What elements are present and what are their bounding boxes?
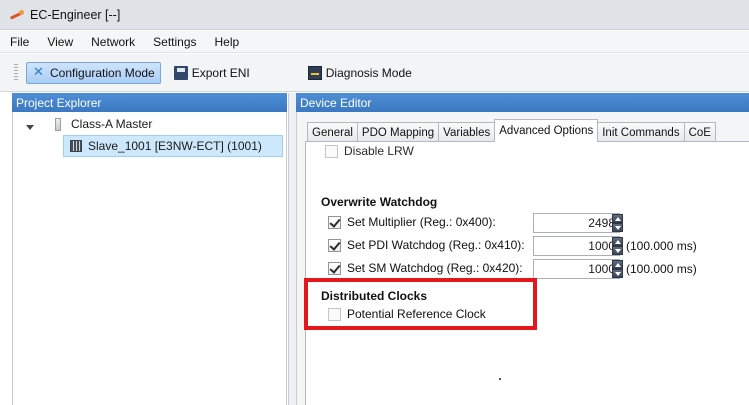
potential-reference-clock-option[interactable]: Potential Reference Clock xyxy=(328,307,486,321)
menu-network[interactable]: Network xyxy=(91,35,135,49)
export-eni-label: Export ENI xyxy=(191,65,250,80)
sm-watchdog-input[interactable]: 1000 xyxy=(533,259,620,279)
menu-help[interactable]: Help xyxy=(215,35,240,49)
disable-lrw-option[interactable]: Disable LRW xyxy=(325,144,414,158)
master-label: Class-A Master xyxy=(71,117,153,131)
device-editor: General PDO Mapping Variables Advanced O… xyxy=(296,112,749,405)
pdi-watchdog-label: Set PDI Watchdog (Reg.: 0x410): xyxy=(347,238,525,252)
distributed-clocks-title: Distributed Clocks xyxy=(321,289,428,303)
sm-watchdog-unit: (100.000 ms) xyxy=(626,262,697,276)
toolbar-grip[interactable] xyxy=(14,64,18,82)
title-bar: EC-Engineer [--] xyxy=(0,0,749,30)
spin-up-icon[interactable] xyxy=(612,237,623,246)
potential-reference-clock-checkbox[interactable] xyxy=(328,307,341,321)
spin-up-icon[interactable] xyxy=(612,214,623,223)
disable-lrw-label: Disable LRW xyxy=(344,144,414,158)
slave-label: Slave_1001 [E3NW-ECT] (1001) xyxy=(88,139,262,153)
menu-settings[interactable]: Settings xyxy=(153,35,196,49)
sm-watchdog-checkbox[interactable] xyxy=(328,261,341,275)
disable-lrw-checkbox[interactable] xyxy=(325,144,338,158)
sm-watchdog-stepper[interactable] xyxy=(612,260,623,278)
pdi-watchdog-unit: (100.000 ms) xyxy=(626,239,697,253)
sm-watchdog-label: Set SM Watchdog (Reg.: 0x420): xyxy=(347,261,523,275)
pdi-watchdog-checkbox[interactable] xyxy=(328,238,341,252)
panel-splitter[interactable] xyxy=(288,93,296,405)
sm-watchdog-option[interactable]: Set SM Watchdog (Reg.: 0x420): xyxy=(328,261,523,275)
overwrite-watchdog-title: Overwrite Watchdog xyxy=(321,195,438,209)
spin-down-icon[interactable] xyxy=(612,246,623,255)
pdi-watchdog-option[interactable]: Set PDI Watchdog (Reg.: 0x410): xyxy=(328,238,525,252)
app-logo-icon xyxy=(10,9,26,21)
multiplier-checkbox[interactable] xyxy=(328,215,341,229)
pdi-watchdog-stepper[interactable] xyxy=(612,237,623,255)
window-title: EC-Engineer [--] xyxy=(30,7,121,22)
editor-tabs: General PDO Mapping Variables Advanced O… xyxy=(307,119,716,142)
tab-variables[interactable]: Variables xyxy=(438,122,496,142)
save-icon xyxy=(173,65,188,80)
device-editor-header: Device Editor xyxy=(296,93,749,112)
stray-dot xyxy=(499,378,501,380)
diagnosis-mode-button[interactable]: Diagnosis Mode xyxy=(303,62,417,84)
diagnosis-icon xyxy=(307,65,322,80)
multiplier-label: Set Multiplier (Reg.: 0x400): xyxy=(347,215,496,229)
tab-init-commands[interactable]: Init Commands xyxy=(597,122,685,142)
spin-down-icon[interactable] xyxy=(612,223,623,232)
master-device-icon xyxy=(55,117,61,131)
slave-device-icon xyxy=(70,140,82,152)
tab-general[interactable]: General xyxy=(307,122,358,142)
menu-bar: File View Network Settings Help xyxy=(0,31,749,53)
spin-down-icon[interactable] xyxy=(612,269,623,278)
configuration-mode-button[interactable]: Configuration Mode xyxy=(26,61,161,84)
tab-advanced-options[interactable]: Advanced Options xyxy=(494,119,599,142)
multiplier-option[interactable]: Set Multiplier (Reg.: 0x400): xyxy=(328,215,496,229)
multiplier-input[interactable]: 2498 xyxy=(533,213,620,233)
project-explorer: Class-A Master Slave_1001 [E3NW-ECT] (10… xyxy=(12,112,287,405)
tab-coe[interactable]: CoE xyxy=(683,122,716,142)
configuration-mode-label: Configuration Mode xyxy=(50,65,155,80)
pdi-watchdog-input[interactable]: 1000 xyxy=(533,236,620,256)
diagnosis-mode-label: Diagnosis Mode xyxy=(325,65,412,80)
expand-arrow-icon[interactable] xyxy=(26,125,34,130)
configuration-icon xyxy=(32,64,46,80)
toolbar: Configuration Mode Export ENI Diagnosis … xyxy=(0,54,749,92)
tab-pdo-mapping[interactable]: PDO Mapping xyxy=(356,122,440,142)
spin-up-icon[interactable] xyxy=(612,260,623,269)
export-eni-button[interactable]: Export ENI xyxy=(169,62,255,84)
menu-view[interactable]: View xyxy=(47,35,73,49)
multiplier-stepper[interactable] xyxy=(612,214,623,232)
project-explorer-header: Project Explorer xyxy=(12,93,287,112)
tree-node-master[interactable]: Class-A Master xyxy=(13,114,283,134)
potential-reference-clock-label: Potential Reference Clock xyxy=(347,307,486,321)
tree-node-slave[interactable]: Slave_1001 [E3NW-ECT] (1001) xyxy=(63,135,283,157)
menu-file[interactable]: File xyxy=(10,35,29,49)
